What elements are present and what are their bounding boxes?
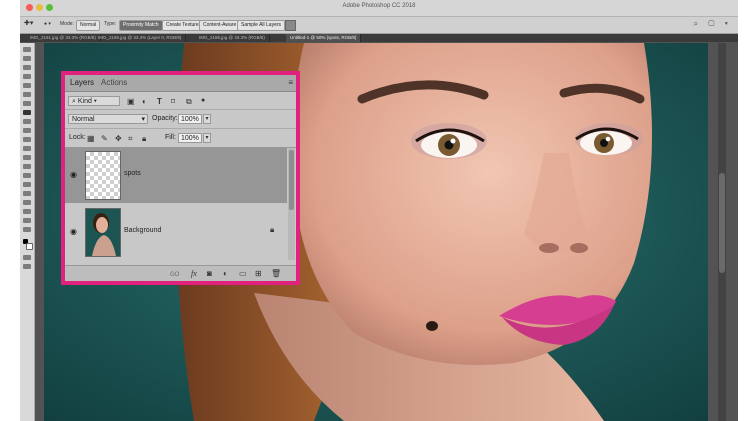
lock-all-icon[interactable]: 🔒︎ [142,134,146,144]
lock-label: Lock: [69,134,86,141]
quick-select-tool-icon[interactable] [23,74,31,79]
document-tab-bar: IMG_2181.jpg @ 33.3% (RGB/8) IMG_2185.jp… [20,34,738,42]
lock-row: Lock: ▦ ✎ ✥ ⌗ 🔒︎ Fill: 100% ▾ [65,129,296,148]
sample-all-layers-checkbox[interactable]: Sample All Layers [237,20,286,31]
screen-mode-icon[interactable] [23,264,31,269]
move-tool-icon[interactable] [23,47,31,52]
layers-panel-footer: GO fx ◙ ◐ ▭ ⊞ 🗑︎ [65,265,296,281]
blur-tool-icon[interactable] [23,164,31,169]
add-mask-icon[interactable]: ◙ [207,269,212,278]
clone-stamp-tool-icon[interactable] [23,128,31,133]
filter-kind-label: Kind [77,98,92,105]
options-bar: ✚▾ ● ▾ Mode: Normal Type: Proximity Matc… [20,17,738,34]
lock-transparency-icon[interactable]: ▦ [87,134,95,143]
adjustment-filter-icon[interactable]: ◐ [142,97,147,106]
window-title: Adobe Photoshop CC 2018 [342,3,416,9]
brush-tool-icon[interactable] [23,119,31,124]
eye-icon[interactable]: ◉ [70,227,77,236]
pen-tool-icon[interactable] [23,182,31,187]
layers-panel: Layers Actions ≡ ⌕ Kind ▾ ▣ ◐ T ⌑ ⧉ ● No… [65,75,296,281]
eyedropper-tool-icon[interactable] [23,101,31,106]
zoom-tool-icon[interactable] [23,227,31,232]
layers-scrollbar[interactable] [288,148,295,260]
eraser-tool-icon[interactable] [23,146,31,151]
filter-toggle-icon[interactable]: ● [201,97,205,104]
layer-name[interactable]: Background [124,227,161,234]
opacity-slider-toggle[interactable]: ▾ [203,114,211,124]
lock-image-icon[interactable]: ✎ [101,134,108,143]
opacity-input[interactable]: 100% [178,114,202,124]
tab-layers[interactable]: Layers [70,78,94,87]
fill-input[interactable]: 100% [178,133,202,143]
mode-label: Mode: [60,21,74,27]
spot-healing-tool-icon[interactable] [23,110,31,115]
document-tab[interactable]: IMG_2185.jpg @ 33.3% (Layer 0, RGB/8) [94,34,187,42]
smart-object-filter-icon[interactable]: ⧉ [186,97,192,107]
history-brush-tool-icon[interactable] [23,137,31,142]
layer-row-background[interactable]: ◉ Background 🔒︎ [65,205,287,260]
tools-panel [20,43,35,421]
opacity-label: Opacity: [152,115,178,122]
layer-thumbnail-transparent [85,151,121,200]
blend-mode-select[interactable]: Normal ▾ [68,114,148,124]
canvas-scrollbar[interactable] [718,43,726,421]
path-select-tool-icon[interactable] [23,200,31,205]
type-label: Type: [104,21,117,27]
chevron-down-icon: ▾ [141,116,145,123]
eye-icon[interactable]: ◉ [70,170,77,179]
shape-tool-icon[interactable] [23,209,31,214]
layer-name[interactable]: spots [124,170,141,177]
dodge-tool-icon[interactable] [23,173,31,178]
tab-actions[interactable]: Actions [101,78,127,87]
document-tab-active[interactable]: Untitled-1 @ 50% (spots, RGB/8) [286,34,362,42]
layers-panel-tabs: Layers Actions ≡ [65,75,296,92]
canvas-scrollbar-thumb[interactable] [719,173,725,273]
frame-tool-icon[interactable] [23,92,31,97]
panel-menu-icon[interactable]: ≡ [288,78,293,87]
lock-position-icon[interactable]: ✥ [115,134,122,143]
title-bar: Adobe Photoshop CC 2018 [20,0,738,17]
layers-scrollbar-thumb[interactable] [289,150,294,210]
fill-label: Fill: [165,134,176,141]
portrait-thumbnail-image [86,209,120,256]
fx-icon[interactable]: fx [191,269,197,278]
blend-row: Normal ▾ Opacity: 100% ▾ [65,110,296,129]
new-adjustment-icon[interactable]: ◐ [223,269,228,278]
crop-tool-icon[interactable] [23,83,31,88]
link-layers-icon[interactable]: GO [170,269,179,278]
search-workspace-icons[interactable]: ⌕ ▢ ▾ [694,19,732,29]
shape-filter-icon[interactable]: ⌑ [171,97,175,106]
filter-kind-select[interactable]: ⌕ Kind ▾ [68,96,120,106]
gradient-tool-icon[interactable] [23,155,31,160]
layer-filter-row: ⌕ Kind ▾ ▣ ◐ T ⌑ ⧉ ● [65,92,296,110]
layer-row-spots[interactable]: ◉ spots [65,148,287,203]
spot-healing-tool-icon[interactable]: ✚▾ [24,19,33,27]
document-tab[interactable]: IMG_2181.jpg @ 33.3% (RGB/8) [26,34,101,42]
background-color-icon[interactable] [26,243,33,250]
lock-artboard-icon[interactable]: ⌗ [128,134,133,144]
proximity-match-button[interactable]: Proximity Match [119,20,163,31]
layer-thumbnail-portrait [85,208,121,257]
pressure-size-icon[interactable] [285,20,296,31]
create-texture-button[interactable]: Create Texture [162,20,203,31]
new-layer-icon[interactable]: ⊞ [255,269,262,278]
layer-lock-icon: 🔒︎ [270,225,275,234]
lasso-tool-icon[interactable] [23,65,31,70]
mode-select[interactable]: Normal [76,20,101,31]
image-filter-icon[interactable]: ▣ [127,97,135,106]
brush-size-icon[interactable]: ● ▾ [44,21,51,27]
blend-mode-value: Normal [72,116,95,123]
type-filter-icon[interactable]: T [157,97,162,106]
marquee-tool-icon[interactable] [23,56,31,61]
trash-icon[interactable]: 🗑︎ [271,269,281,278]
type-tool-icon[interactable] [23,191,31,196]
document-tab[interactable]: IMG_2186.jpg @ 33.3% (RGB/8) [195,34,270,42]
quick-mask-icon[interactable] [23,255,31,260]
fill-slider-toggle[interactable]: ▾ [203,133,211,143]
hand-tool-icon[interactable] [23,218,31,223]
new-group-folder-icon[interactable]: ▭ [239,269,247,278]
content-aware-button[interactable]: Content-Aware [199,20,241,31]
